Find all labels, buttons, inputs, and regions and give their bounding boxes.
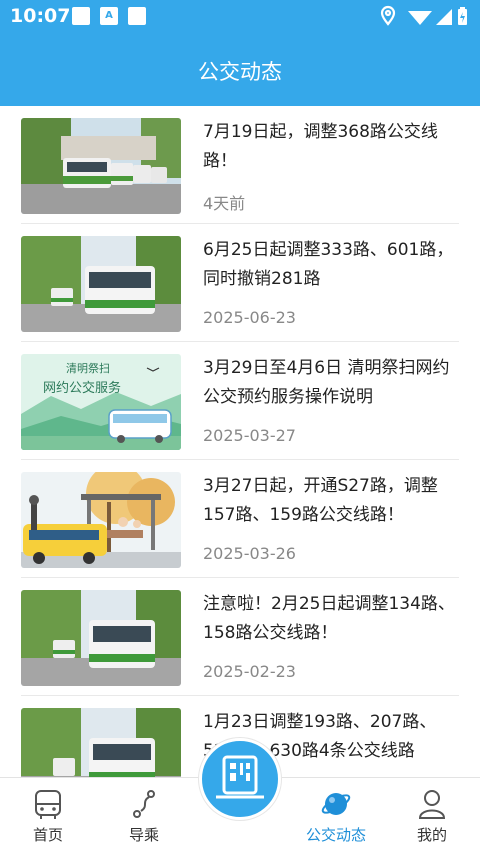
signal-icon	[436, 9, 452, 25]
news-date: 2025-06-23	[203, 308, 296, 327]
news-item[interactable]: 7月19日起，调整368路公交线路！ 4天前	[21, 106, 459, 224]
qr-scan-icon	[216, 755, 264, 799]
tab-label: 我的	[416, 826, 447, 844]
tab-guide[interactable]: 导乘	[96, 778, 192, 853]
notification-square-icon	[128, 7, 146, 25]
bus-icon	[35, 790, 61, 819]
svg-text:网约公交服务: 网约公交服务	[43, 380, 121, 396]
news-thumbnail	[21, 236, 181, 332]
news-list[interactable]: 7月19日起，调整368路公交线路！ 4天前 6月25日起调整333路、601路…	[0, 106, 480, 777]
notification-a-icon: A	[100, 7, 118, 25]
page-title: 公交动态	[198, 60, 282, 84]
tab-label: 公交动态	[305, 826, 366, 844]
tab-bus-news[interactable]: 公交动态	[288, 778, 384, 853]
wifi-icon	[408, 11, 432, 25]
news-item[interactable]: 注意啦！2月25日起调整134路、158路公交线路！ 2025-02-23	[21, 578, 459, 696]
news-title: 6月25日起调整333路、601路，同时撤销281路	[203, 240, 454, 289]
news-date: 2025-03-27	[203, 426, 296, 445]
news-title: 3月27日起，开通S27路，调整157路、159路公交线路！	[203, 476, 438, 525]
planet-icon	[321, 793, 351, 815]
news-item[interactable]: 3月27日起，开通S27路，调整157路、159路公交线路！ 2025-03-2…	[21, 460, 459, 578]
route-icon	[133, 790, 155, 818]
location-icon	[380, 5, 396, 26]
qr-scan-button[interactable]	[199, 738, 281, 820]
news-date: 2025-02-23	[203, 662, 296, 681]
system-status-icons	[380, 5, 467, 26]
news-date: 2025-03-26	[203, 544, 296, 563]
notification-square-icon	[72, 7, 90, 25]
news-date: 4天前	[203, 194, 246, 213]
news-title: 3月29日至4月6日 清明祭扫网约公交预约服务操作说明	[203, 358, 450, 407]
battery-icon	[458, 7, 467, 25]
news-thumbnail: 清明祭扫 网约公交服务	[21, 354, 181, 450]
svg-text:清明祭扫: 清明祭扫	[66, 362, 110, 375]
tab-profile[interactable]: 我的	[384, 778, 480, 853]
news-item[interactable]: 清明祭扫 网约公交服务 3月29日至4月6日 清明祭扫网约公交预约服务操作说明 …	[21, 342, 459, 460]
news-thumbnail	[21, 590, 181, 686]
news-thumbnail	[21, 472, 181, 568]
status-time: 10:07	[10, 5, 71, 27]
news-thumbnail	[21, 708, 181, 777]
news-item[interactable]: 6月25日起调整333路、601路，同时撤销281路 2025-06-23	[21, 224, 459, 342]
news-thumbnail	[21, 118, 181, 214]
tab-label: 首页	[32, 826, 63, 844]
tab-home[interactable]: 首页	[0, 778, 96, 853]
news-title: 注意啦！2月25日起调整134路、158路公交线路！	[203, 594, 455, 643]
user-icon	[418, 790, 446, 819]
tab-label: 导乘	[128, 826, 159, 844]
news-title: 7月19日起，调整368路公交线路！	[203, 122, 438, 171]
app-header: 公交动态	[0, 32, 480, 106]
status-bar: 10:07 A	[0, 0, 480, 32]
